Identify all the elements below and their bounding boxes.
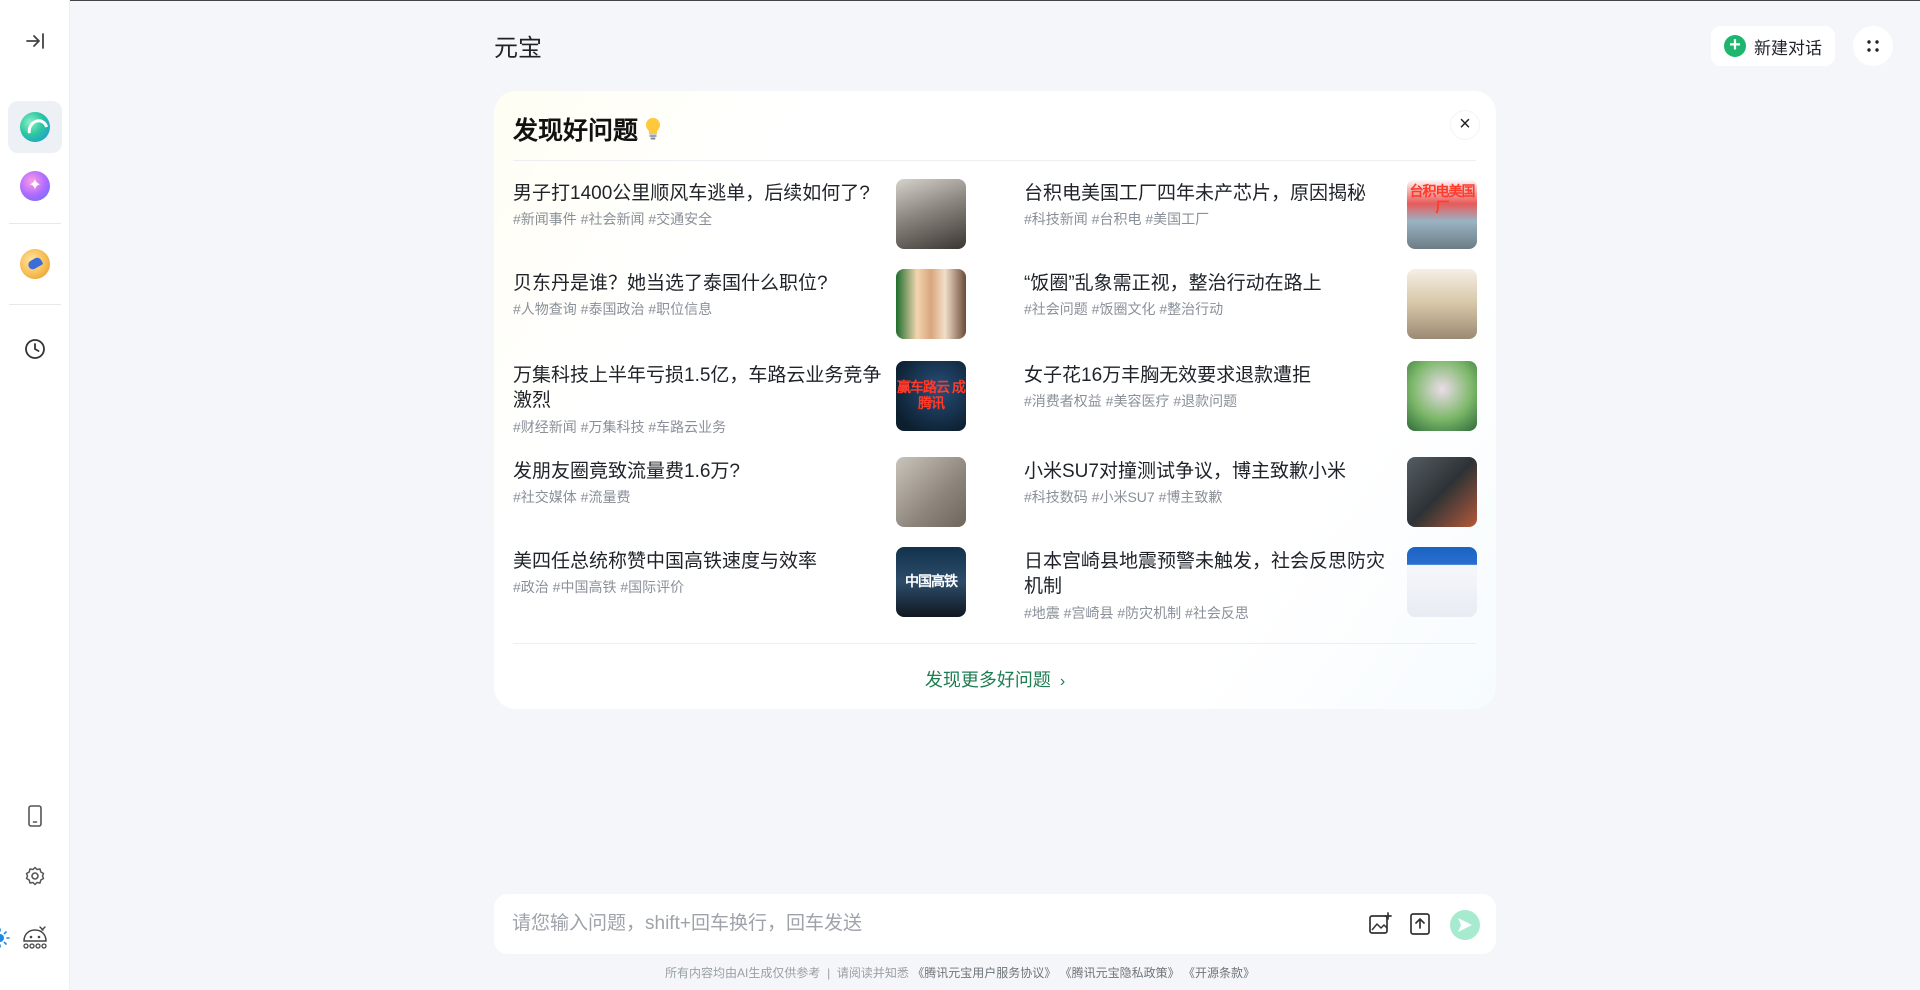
question-thumbnail: [1407, 547, 1477, 617]
discover-title: 发现好问题: [513, 111, 662, 147]
question-tags: #社会问题 #饭圈文化 #整治行动: [1024, 301, 1224, 317]
sidebar-item-painting[interactable]: [8, 238, 62, 290]
settings-gear-icon: [25, 866, 45, 886]
question-thumbnail: [1407, 361, 1477, 431]
privacy-policy-link[interactable]: 《腾讯元宝隐私政策》: [1060, 966, 1180, 980]
user-avatar-icon: [23, 926, 47, 949]
chat-composer: [494, 894, 1496, 954]
question-tags: #财经新闻 #万集科技 #车路云业务: [513, 419, 727, 435]
new-chat-label: 新建对话: [1754, 38, 1822, 58]
painting-agent-icon: [20, 249, 50, 279]
sidebar-item-ai-agent[interactable]: [8, 160, 62, 212]
question-tags: #新闻事件 #社会新闻 #交通安全: [513, 211, 713, 227]
more-apps-button[interactable]: [1853, 26, 1893, 66]
question-thumbnail: 中国高铁: [896, 547, 966, 617]
sidebar-divider: [9, 223, 61, 224]
expand-sidebar-icon: [26, 33, 44, 49]
window-top-border: [0, 0, 1920, 1]
question-text: 小米SU7对撞测试争议，博主致歉小米: [1024, 461, 1346, 482]
divider: [513, 160, 1476, 161]
thumbnail-caption: 台积电美国厂: [1409, 183, 1476, 215]
settings-button[interactable]: [8, 850, 62, 902]
terms-of-service-link[interactable]: 《腾讯元宝用户服务协议》: [912, 966, 1056, 980]
question-text: 台积电美国工厂四年未产芯片，原因揭秘: [1024, 183, 1367, 204]
footer-read-prefix: 请阅读并知悉: [836, 966, 909, 980]
close-icon: ×: [1459, 113, 1471, 135]
theme-toggle-button[interactable]: [0, 926, 14, 950]
question-thumbnail: 台积电美国厂: [1407, 179, 1477, 249]
thumbnail-caption: 赢车路云 成腾讯: [897, 379, 966, 411]
footer-separator: |: [827, 966, 831, 980]
question-thumbnail: [1407, 269, 1477, 339]
open-source-terms-link[interactable]: 《开源条款》: [1183, 966, 1255, 980]
lightbulb-icon: [646, 118, 661, 140]
question-text: 日本宫崎县地震预警未触发，社会反思防灾机制: [1024, 551, 1386, 597]
question-text: 美四任总统称赞中国高铁速度与效率: [513, 551, 818, 572]
file-upload-icon: [1410, 913, 1430, 935]
plus-icon: +: [1724, 35, 1746, 57]
expand-sidebar-button[interactable]: [8, 15, 62, 67]
question-tags: #政治 #中国高铁 #国际评价: [513, 579, 685, 595]
chat-input[interactable]: [512, 908, 1332, 940]
upload-image-button[interactable]: [1367, 911, 1393, 937]
close-discover-button[interactable]: ×: [1451, 111, 1479, 139]
discover-more-label: 发现更多好问题: [924, 670, 1051, 690]
send-button[interactable]: [1450, 910, 1480, 940]
thumbnail-caption: 中国高铁: [905, 573, 958, 589]
discover-title-text: 发现好问题: [513, 117, 639, 145]
history-button[interactable]: [8, 323, 62, 375]
new-chat-button[interactable]: + 新建对话: [1711, 26, 1835, 66]
discover-questions-card: 发现好问题 × 男子打1400公里顺风车逃单，后续如何了? #新闻事件 #社会新…: [494, 91, 1496, 709]
theme-toggle-icon: [0, 928, 10, 948]
question-tags: #社交媒体 #流量费: [513, 489, 631, 505]
question-text: 贝东丹是谁？她当选了泰国什么职位?: [513, 273, 828, 294]
question-tags: #地震 #宫崎县 #防灾机制 #社会反思: [1024, 605, 1249, 621]
sidebar-divider: [9, 304, 61, 305]
history-clock-icon: [25, 339, 45, 359]
footer-disclaimer-text: 所有内容均由AI生成仅供参考: [665, 966, 821, 980]
image-upload-icon: [1369, 912, 1392, 934]
page-title: 元宝: [494, 35, 542, 62]
upload-file-button[interactable]: [1407, 911, 1433, 937]
question-tags: #消费者权益 #美容医疗 #退款问题: [1024, 393, 1238, 409]
mobile-app-button[interactable]: [8, 790, 62, 842]
yuanbao-agent-icon: [20, 112, 50, 142]
mobile-phone-icon: [28, 805, 42, 827]
grid-dots-icon: [1867, 40, 1879, 52]
chevron-right-icon: ›: [1059, 673, 1066, 690]
ai-spark-agent-icon: [20, 171, 50, 201]
question-text: “饭圈”乱象需正视，整治行动在路上: [1024, 273, 1322, 294]
question-tags: #科技数码 #小米SU7 #博主致歉: [1024, 489, 1223, 505]
question-tags: #人物查询 #泰国政治 #职位信息: [513, 301, 713, 317]
question-text: 男子打1400公里顺风车逃单，后续如何了?: [513, 183, 870, 204]
question-tags: #科技新闻 #台积电 #美国工厂: [1024, 211, 1210, 227]
discover-more-link[interactable]: 发现更多好问题 ›: [494, 666, 1496, 692]
question-text: 发朋友圈竟致流量费1.6万?: [513, 461, 740, 482]
sidebar-item-yuanbao[interactable]: [8, 101, 62, 153]
question-thumbnail: [1407, 457, 1477, 527]
footer-disclaimer: 所有内容均由AI生成仅供参考 | 请阅读并知悉 《腾讯元宝用户服务协议》 《腾讯…: [0, 964, 1920, 981]
question-thumbnail: [896, 457, 966, 527]
sidebar: [0, 0, 70, 990]
question-text: 女子花16万丰胸无效要求退款遭拒: [1024, 365, 1312, 386]
question-thumbnail: [896, 179, 966, 249]
user-avatar-button[interactable]: [20, 924, 50, 952]
question-thumbnail: 赢车路云 成腾讯: [896, 361, 966, 431]
question-text: 万集科技上半年亏损1.5亿，车路云业务竞争激烈: [513, 365, 882, 411]
question-thumbnail: [896, 269, 966, 339]
divider: [513, 643, 1476, 644]
send-icon: [1458, 918, 1472, 932]
